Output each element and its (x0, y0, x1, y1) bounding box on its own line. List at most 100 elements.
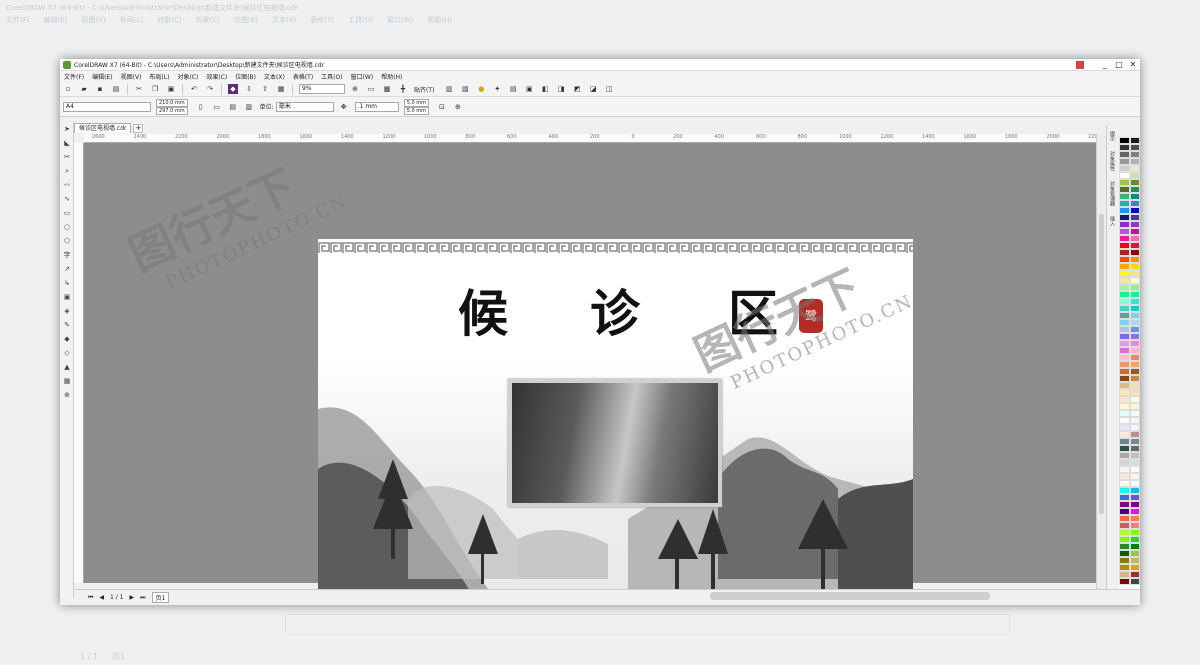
full-screen-icon[interactable]: ⊕ (350, 84, 360, 94)
palette-swatch[interactable] (1119, 459, 1130, 466)
palette-swatch[interactable] (1129, 270, 1140, 277)
palette-swatch[interactable] (1119, 550, 1130, 557)
palette-swatch[interactable] (1119, 417, 1130, 424)
palette-swatch[interactable] (1129, 487, 1140, 494)
palette-swatch[interactable] (1129, 452, 1140, 459)
palette-swatch[interactable] (1129, 249, 1140, 256)
palette-swatch[interactable] (1129, 515, 1140, 522)
palette-swatch[interactable] (1129, 333, 1140, 340)
page-options-icon[interactable]: ⊡ (437, 102, 447, 112)
add-page-icon[interactable]: ⊕ (453, 102, 463, 112)
page-tab[interactable]: 页1 (151, 592, 170, 603)
all-pages-icon[interactable]: ▤ (228, 102, 238, 112)
palette-swatch[interactable] (1129, 354, 1140, 361)
save-icon[interactable]: ▪ (95, 84, 105, 94)
add-tab-button[interactable]: + (133, 124, 144, 133)
palette-swatch[interactable] (1129, 403, 1140, 410)
palette-swatch[interactable] (1129, 522, 1140, 529)
palette-swatch[interactable] (1129, 284, 1140, 291)
palette-swatch[interactable] (1129, 480, 1140, 487)
palette-swatch[interactable] (1119, 578, 1130, 585)
palette-swatch[interactable] (1119, 284, 1130, 291)
cut-icon[interactable]: ✂ (134, 84, 144, 94)
palette-swatch[interactable] (1119, 487, 1130, 494)
import-icon[interactable]: ⇩ (244, 84, 254, 94)
palette-swatch[interactable] (1129, 529, 1140, 536)
palette-swatch[interactable] (1119, 508, 1130, 515)
break-apart-icon[interactable]: ◫ (604, 84, 614, 94)
open-folder-icon[interactable]: ▰ (79, 84, 89, 94)
palette-swatch[interactable] (1119, 431, 1130, 438)
palette-swatch[interactable] (1129, 228, 1140, 235)
palette-swatch[interactable] (1129, 263, 1140, 270)
palette-swatch[interactable] (1129, 431, 1140, 438)
grid-icon[interactable]: ▩ (382, 84, 392, 94)
lightbulb-icon[interactable]: ● (476, 84, 486, 94)
palette-swatch[interactable] (1119, 179, 1130, 186)
palette-swatch[interactable] (1119, 361, 1130, 368)
minimize-button[interactable]: _ (1098, 60, 1112, 70)
last-page-icon[interactable]: ⏭ (140, 594, 145, 602)
prev-page-icon[interactable]: ◀ (99, 594, 104, 601)
palette-swatch[interactable] (1119, 354, 1130, 361)
menu-object[interactable]: 对象(C) (177, 72, 198, 81)
palette-swatch[interactable] (1129, 382, 1140, 389)
units-select[interactable]: 毫米 (275, 101, 334, 112)
landscape-icon[interactable]: ▭ (212, 102, 222, 112)
palette-swatch[interactable] (1129, 375, 1140, 382)
text-tool-icon[interactable]: 字 (60, 248, 74, 262)
palette-swatch[interactable] (1119, 564, 1130, 571)
palette-swatch[interactable] (1129, 564, 1140, 571)
palette-swatch[interactable] (1119, 347, 1130, 354)
palette-swatch[interactable] (1119, 137, 1130, 144)
paste-icon[interactable]: ▣ (166, 84, 176, 94)
palette-swatch[interactable] (1129, 438, 1140, 445)
pick-tool-icon[interactable]: ➤ (60, 122, 74, 136)
palette-swatch[interactable] (1119, 536, 1130, 543)
palette-swatch[interactable] (1129, 340, 1140, 347)
menu-text[interactable]: 文本(X) (264, 72, 285, 81)
palette-swatch[interactable] (1129, 214, 1140, 221)
palette-swatch[interactable] (1119, 424, 1130, 431)
palette-swatch[interactable] (1129, 424, 1140, 431)
palette-swatch[interactable] (1129, 466, 1140, 473)
palette-swatch[interactable] (1129, 550, 1140, 557)
palette-swatch[interactable] (1129, 256, 1140, 263)
palette-swatch[interactable] (1119, 571, 1130, 578)
vertical-scroll-thumb[interactable] (1099, 214, 1104, 514)
palette-swatch[interactable] (1129, 172, 1140, 179)
palette-swatch[interactable] (1119, 382, 1130, 389)
palette-swatch[interactable] (1119, 389, 1130, 396)
palette-swatch[interactable] (1119, 396, 1130, 403)
palette-swatch[interactable] (1129, 459, 1140, 466)
menu-tools[interactable]: 工具(O) (321, 72, 342, 81)
connector-icon[interactable]: ◧ (540, 84, 550, 94)
crop-tool-icon[interactable]: ✂ (60, 150, 74, 164)
docker-tab-insert[interactable]: 插入 (1109, 216, 1116, 226)
palette-swatch[interactable] (1129, 221, 1140, 228)
palette-swatch[interactable] (1119, 270, 1130, 277)
palette-swatch[interactable] (1119, 221, 1130, 228)
palette-swatch[interactable] (1119, 151, 1130, 158)
palette-swatch[interactable] (1119, 445, 1130, 452)
palette-swatch[interactable] (1119, 263, 1130, 270)
snap-to-menu[interactable]: 贴齐(T) (414, 85, 434, 94)
palette-swatch[interactable] (1119, 235, 1130, 242)
print-icon[interactable]: ▤ (111, 84, 121, 94)
first-page-icon[interactable]: ⏮ (88, 594, 93, 602)
current-page-icon[interactable]: ▥ (244, 102, 254, 112)
palette-swatch[interactable] (1119, 452, 1130, 459)
user-icon[interactable] (1076, 60, 1084, 69)
palette-swatch[interactable] (1129, 445, 1140, 452)
ellipse-tool-icon[interactable]: ○ (60, 220, 74, 234)
horizontal-scroll-thumb[interactable] (710, 592, 990, 600)
menu-view[interactable]: 视图(V) (121, 72, 142, 81)
menu-help[interactable]: 帮助(H) (381, 72, 402, 81)
portrait-icon[interactable]: ▯ (196, 102, 206, 112)
palette-swatch[interactable] (1119, 438, 1130, 445)
palette-swatch[interactable] (1129, 137, 1140, 144)
connector-tool-icon[interactable]: ↳ (60, 276, 74, 290)
palette-swatch[interactable] (1129, 473, 1140, 480)
palette-swatch[interactable] (1119, 557, 1130, 564)
copy-icon[interactable]: ❐ (150, 84, 160, 94)
